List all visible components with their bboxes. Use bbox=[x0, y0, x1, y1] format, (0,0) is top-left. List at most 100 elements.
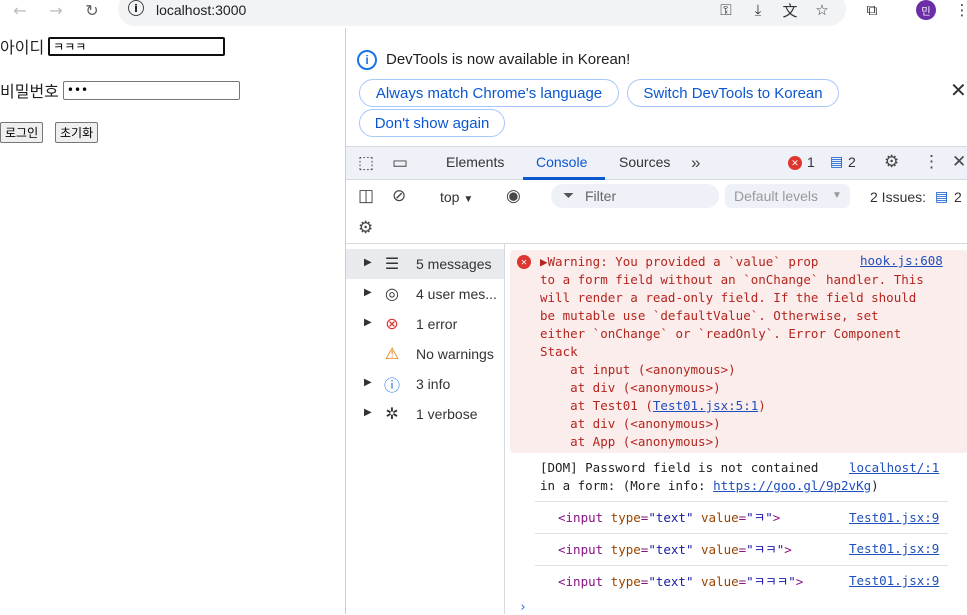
install-app-icon[interactable]: ⤓ bbox=[746, 0, 770, 20]
warning-icon: ⚠ bbox=[384, 346, 400, 363]
close-icon[interactable]: ✕ bbox=[950, 78, 967, 103]
stack-text: ) bbox=[758, 398, 766, 413]
sidebar-item-info[interactable]: ▶ ⓘ 3 info bbox=[346, 369, 504, 399]
live-expression-eye-icon[interactable]: ◉ bbox=[506, 186, 521, 206]
console-prompt[interactable]: › bbox=[519, 600, 527, 615]
reload-icon[interactable]: ↻ bbox=[78, 0, 106, 20]
devtools-tabbar: ⬚ ▭ Elements Console Sources » ✕ 1 ▤ 2 ⚙… bbox=[346, 146, 967, 180]
error-count-icon[interactable]: ✕ bbox=[788, 156, 802, 170]
info-icon: ⓘ bbox=[383, 378, 400, 395]
log-message[interactable]: <input type="text" value="ㅋㅋ"> bbox=[558, 541, 792, 559]
settings-gear-icon[interactable]: ⚙ bbox=[884, 152, 899, 172]
log-value: "text" bbox=[648, 574, 694, 589]
more-menu-icon[interactable]: ⋮ bbox=[950, 0, 967, 20]
inspect-element-icon[interactable]: ⬚ bbox=[358, 153, 374, 173]
sidebar-item-verbose[interactable]: ▶ ✲ 1 verbose bbox=[346, 399, 504, 429]
issues-label[interactable]: 2 Issues: bbox=[870, 189, 926, 205]
close-devtools-icon[interactable]: ✕ bbox=[952, 152, 966, 172]
log-tag: > bbox=[784, 542, 792, 557]
expand-arrow-icon[interactable]: ▶ bbox=[364, 377, 372, 388]
log-tag: <input bbox=[558, 510, 604, 525]
devtools-menu-icon[interactable]: ⋮ bbox=[923, 152, 940, 172]
clear-console-icon[interactable]: ⊘ bbox=[392, 186, 406, 206]
expand-arrow-icon[interactable]: ▶ bbox=[364, 317, 372, 328]
log-value: "ㅋㅋ" bbox=[746, 542, 785, 557]
log-source-link[interactable]: Test01.jsx:9 bbox=[849, 510, 939, 525]
sidebar-toggle-icon[interactable]: ◫ bbox=[358, 186, 374, 206]
dont-show-again-button[interactable]: Don't show again bbox=[359, 109, 505, 137]
extensions-icon[interactable]: ⧉ bbox=[860, 0, 884, 20]
error-line: at div (<anonymous>) bbox=[540, 380, 721, 395]
translate-icon[interactable]: 文 bbox=[778, 0, 802, 20]
expand-arrow-icon[interactable]: ▶ bbox=[364, 257, 372, 268]
error-body: ▶Warning: You provided a `value` prop to… bbox=[540, 253, 924, 451]
error-count[interactable]: 1 bbox=[807, 154, 815, 170]
message-count[interactable]: 2 bbox=[848, 154, 856, 170]
log-levels-dropdown[interactable]: Default levels ▼ bbox=[725, 184, 850, 208]
more-tabs-icon[interactable]: » bbox=[691, 153, 700, 173]
log-attr: value bbox=[693, 510, 739, 525]
sidebar-item-label: 3 info bbox=[416, 376, 451, 392]
user-icon: ◎ bbox=[385, 286, 399, 303]
divider bbox=[535, 501, 948, 502]
profile-avatar[interactable]: 민 bbox=[916, 0, 936, 20]
log-source-link[interactable]: Test01.jsx:9 bbox=[849, 573, 939, 588]
key-icon[interactable]: ⚿ bbox=[714, 0, 738, 20]
error-line: either `onChange` or `readOnly`. Error C… bbox=[540, 326, 902, 341]
sidebar-item-user-messages[interactable]: ▶ ◎ 4 user mes... bbox=[346, 279, 504, 309]
url-text[interactable]: localhost:3000 bbox=[156, 2, 246, 18]
divider bbox=[535, 533, 948, 534]
dom-message[interactable]: [DOM] Password field is not contained in… bbox=[540, 459, 879, 495]
expand-arrow-icon[interactable]: ▶ bbox=[364, 407, 372, 418]
error-source-link[interactable]: hook.js:608 bbox=[856, 253, 943, 268]
log-message[interactable]: <input type="text" value="ㅋ"> bbox=[558, 509, 780, 527]
sidebar-item-messages[interactable]: ▶ ☰ 5 messages bbox=[346, 249, 504, 279]
id-input[interactable] bbox=[48, 36, 226, 56]
message-count-icon[interactable]: ▤ bbox=[830, 153, 843, 170]
context-value: top bbox=[440, 189, 460, 205]
password-input[interactable] bbox=[62, 80, 240, 100]
banner-text: DevTools is now available in Korean! bbox=[386, 51, 631, 68]
log-line: <input type="text" value="ㅋㅋ"> bbox=[558, 541, 792, 559]
error-message[interactable]: ✕ ▶Warning: You provided a `value` prop … bbox=[510, 250, 967, 453]
tab-console[interactable]: Console bbox=[536, 154, 587, 170]
sidebar-item-errors[interactable]: ▶ ⊗ 1 error bbox=[346, 309, 504, 339]
issues-icon[interactable]: ▤ bbox=[935, 188, 948, 205]
more-info-link[interactable]: https://goo.gl/9p2vKg bbox=[713, 478, 871, 493]
switch-to-korean-button[interactable]: Switch DevTools to Korean bbox=[627, 79, 839, 107]
login-button[interactable]: 로그인 bbox=[0, 122, 44, 143]
log-source-link[interactable]: Test01.jsx:9 bbox=[849, 541, 939, 556]
issues-count[interactable]: 2 bbox=[954, 189, 962, 205]
filter-input[interactable]: ⏷ Filter bbox=[551, 184, 719, 208]
console-toolbar: ◫ ⊘ top ▼ ◉ ⏷ Filter Default levels ▼ 2 … bbox=[346, 180, 967, 214]
log-message[interactable]: <input type="text" value="ㅋㅋㅋ"> bbox=[558, 573, 803, 591]
log-value: "ㅋ" bbox=[746, 510, 773, 525]
dom-source-link[interactable]: localhost/:1 bbox=[849, 460, 939, 475]
log-value: "text" bbox=[648, 542, 694, 557]
devtools-panel: i DevTools is now available in Korean! A… bbox=[345, 28, 967, 615]
log-tag: > bbox=[795, 574, 804, 589]
forward-icon[interactable]: → bbox=[42, 0, 70, 20]
error-line: will render a read-only field. If the fi… bbox=[540, 290, 917, 305]
always-match-language-button[interactable]: Always match Chrome's language bbox=[359, 79, 619, 107]
site-info-icon[interactable]: i bbox=[128, 0, 144, 16]
tab-sources[interactable]: Sources bbox=[619, 154, 670, 170]
device-toolbar-icon[interactable]: ▭ bbox=[392, 153, 408, 173]
back-icon[interactable]: ← bbox=[6, 0, 34, 20]
bookmark-star-icon[interactable]: ☆ bbox=[810, 0, 834, 20]
error-line: at Test01 (Test01.jsx:5:1) bbox=[540, 397, 924, 415]
tab-elements[interactable]: Elements bbox=[446, 154, 504, 170]
log-attr: type bbox=[603, 542, 641, 557]
log-attr: type bbox=[603, 510, 641, 525]
log-attr: value bbox=[693, 542, 739, 557]
stack-source-link[interactable]: Test01.jsx:5:1 bbox=[653, 398, 758, 413]
expand-arrow-icon[interactable]: ▶ bbox=[364, 287, 372, 298]
context-selector[interactable]: top ▼ bbox=[440, 189, 473, 205]
log-attr: value bbox=[693, 574, 739, 589]
console-settings-gear-icon[interactable]: ⚙ bbox=[358, 218, 373, 238]
reset-button[interactable]: 초기화 bbox=[55, 122, 99, 143]
browser-toolbar: ← → ↻ i localhost:3000 ⚿ ⤓ 文 ☆ ⧉ 민 ⋮ bbox=[0, 0, 967, 28]
bug-icon: ✲ bbox=[385, 406, 399, 423]
dom-text: ) bbox=[871, 478, 879, 493]
sidebar-item-warnings[interactable]: ⚠ No warnings bbox=[346, 339, 504, 369]
